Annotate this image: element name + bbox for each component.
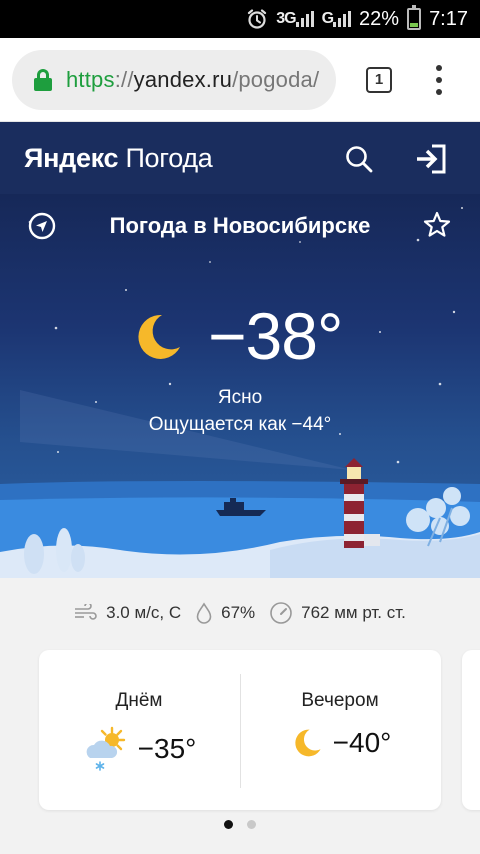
clock: 7:17	[429, 7, 468, 30]
weather-hero: Яндекс Погода Погода в Новосибирске −38°…	[0, 122, 480, 578]
app-header: Яндекс Погода	[0, 122, 480, 194]
battery-icon	[407, 5, 422, 30]
wind-icon	[75, 604, 97, 620]
day-temperature: −35°	[137, 733, 197, 764]
battery-percent: 22%	[359, 7, 400, 30]
location-row: Погода в Новосибирске	[0, 206, 480, 246]
status-bar: 3G G 22% 7:17	[0, 0, 480, 38]
search-icon[interactable]	[344, 144, 374, 174]
signal-1-label: 3G	[276, 10, 296, 27]
star-icon[interactable]	[422, 210, 452, 240]
humidity-value: 67%	[221, 603, 256, 622]
pager-dot[interactable]	[247, 820, 256, 829]
evening-label: Вечером	[301, 690, 379, 711]
day-label: Днём	[115, 690, 163, 711]
humidity-detail: 67%	[195, 602, 255, 624]
wind-value: 3.0 м/с, С	[106, 603, 182, 622]
alarm-icon	[246, 8, 268, 30]
partly-cloudy-snow-icon	[86, 726, 125, 771]
moon-icon	[138, 314, 180, 359]
browser-menu-button[interactable]	[436, 64, 442, 95]
login-icon[interactable]	[414, 142, 448, 176]
signal-3g-icon: 3G	[276, 10, 314, 28]
day-forecast: Днём −35°	[39, 690, 239, 772]
current-temperature: −38°	[208, 299, 343, 373]
humidity-icon	[196, 602, 212, 624]
pressure-detail: 762 мм рт. ст.	[269, 601, 406, 625]
day-parts-card[interactable]: Днём −35° Вечером −40°	[39, 650, 441, 810]
browser-toolbar: https://yandex.ru/pogoda/ 1	[0, 38, 480, 122]
yandex-weather-logo[interactable]: Яндекс Погода	[24, 143, 213, 174]
weather-condition: Ясно	[217, 387, 263, 408]
city-title: Погода в Новосибирске	[109, 213, 371, 238]
url-text: https://yandex.ru/pogoda/	[66, 66, 320, 92]
next-card-peek[interactable]	[462, 650, 480, 810]
evening-forecast: Вечером −40°	[240, 690, 440, 760]
address-bar[interactable]: https://yandex.ru/pogoda/	[12, 49, 336, 110]
tab-switcher-button[interactable]: 1	[366, 66, 392, 93]
pager-dot[interactable]	[224, 820, 233, 829]
lock-icon	[34, 68, 52, 91]
moon-icon	[294, 729, 321, 757]
wind-detail: 3.0 м/с, С	[74, 603, 181, 623]
pressure-gauge-icon	[270, 602, 292, 624]
feels-like: Ощущается как −44°	[148, 414, 332, 435]
signal-2-label: G	[321, 10, 334, 27]
pressure-value: 762 мм рт. ст.	[301, 603, 406, 622]
tab-count: 1	[374, 71, 384, 88]
location-arrow-icon[interactable]	[28, 212, 56, 240]
signal-g-icon: G	[321, 10, 352, 28]
weather-details: 3.0 м/с, С 67% 762 мм рт. ст.	[0, 588, 480, 638]
evening-temperature: −40°	[332, 727, 392, 758]
pager-dots	[0, 820, 480, 829]
